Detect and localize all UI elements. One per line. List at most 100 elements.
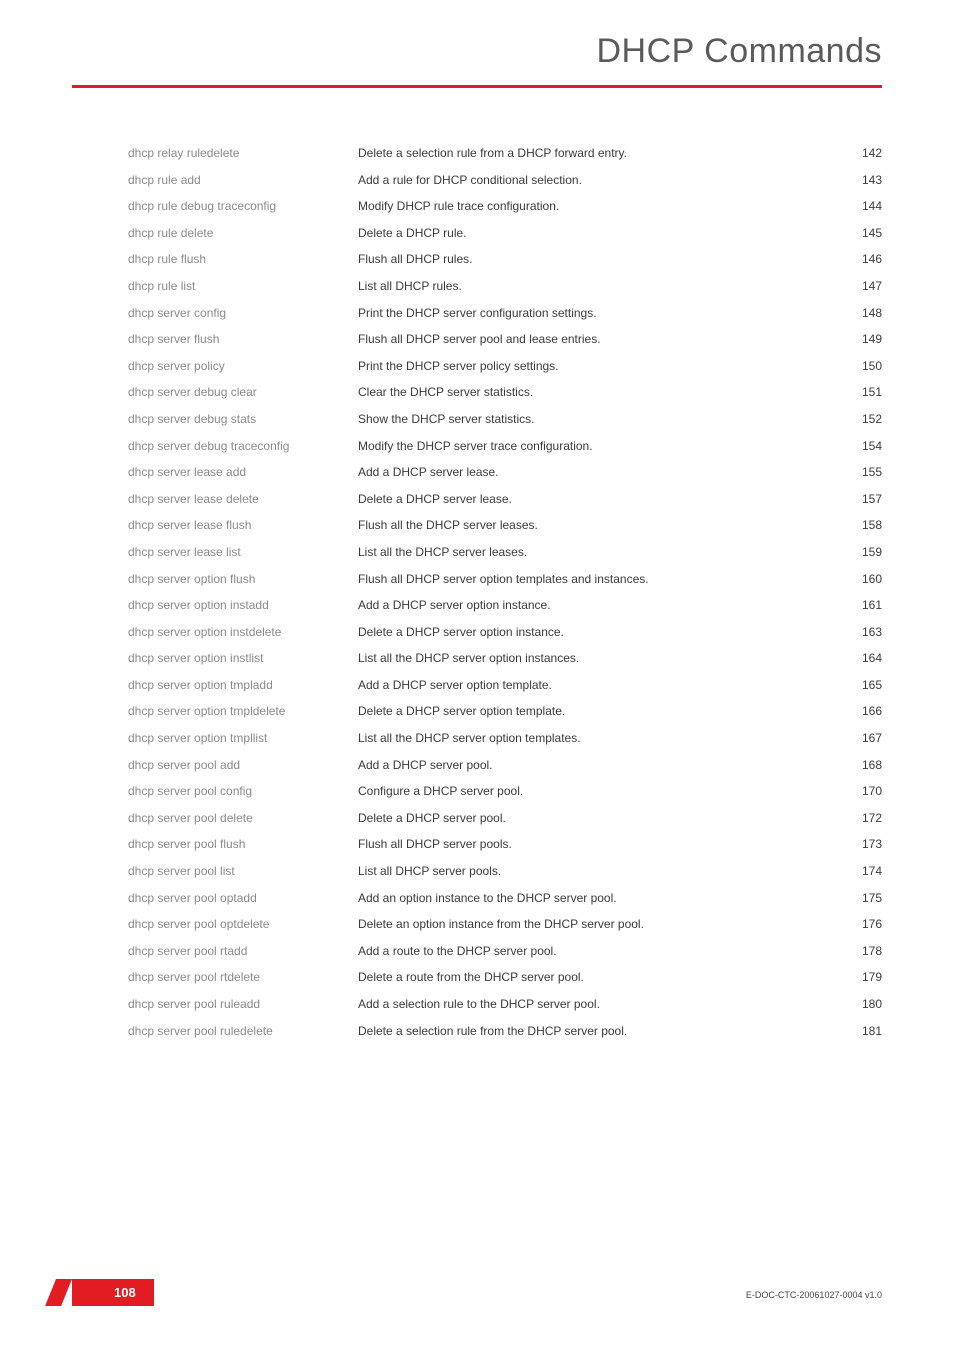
toc-page[interactable]: 172 [838, 809, 882, 836]
toc-row: dhcp server lease deleteDelete a DHCP se… [128, 490, 882, 517]
toc-row: dhcp rule listList all DHCP rules.147 [128, 277, 882, 304]
toc-command[interactable]: dhcp server pool add [128, 756, 358, 783]
toc-page[interactable]: 163 [838, 623, 882, 650]
toc-command[interactable]: dhcp rule list [128, 277, 358, 304]
toc-page[interactable]: 158 [838, 516, 882, 543]
toc-command[interactable]: dhcp server lease flush [128, 516, 358, 543]
toc-description: Clear the DHCP server statistics. [358, 383, 838, 410]
toc-command[interactable]: dhcp server option instadd [128, 596, 358, 623]
toc-page[interactable]: 167 [838, 729, 882, 756]
toc-description: Print the DHCP server policy settings. [358, 357, 838, 384]
toc-command[interactable]: dhcp server lease list [128, 543, 358, 570]
toc-page[interactable]: 145 [838, 224, 882, 251]
toc-row: dhcp server pool configConfigure a DHCP … [128, 782, 882, 809]
footer: 108 E-DOC-CTC-20061027-0004 v1.0 [0, 1280, 954, 1306]
toc-page[interactable]: 159 [838, 543, 882, 570]
toc-command[interactable]: dhcp server pool config [128, 782, 358, 809]
toc-command[interactable]: dhcp relay ruledelete [128, 144, 358, 171]
toc-command[interactable]: dhcp rule debug traceconfig [128, 197, 358, 224]
toc-command[interactable]: dhcp rule add [128, 171, 358, 198]
toc-command[interactable]: dhcp server pool optdelete [128, 915, 358, 942]
toc-row: dhcp rule flushFlush all DHCP rules.146 [128, 250, 882, 277]
toc-description: Modify DHCP rule trace configuration. [358, 197, 838, 224]
toc-command[interactable]: dhcp server pool rtdelete [128, 968, 358, 995]
toc-page[interactable]: 160 [838, 570, 882, 597]
toc-command[interactable]: dhcp server debug stats [128, 410, 358, 437]
toc-command[interactable]: dhcp server pool ruledelete [128, 1022, 358, 1049]
toc-command[interactable]: dhcp server pool delete [128, 809, 358, 836]
toc-description: Delete a DHCP server option instance. [358, 623, 838, 650]
toc-description: Add an option instance to the DHCP serve… [358, 889, 838, 916]
toc-page[interactable]: 142 [838, 144, 882, 171]
toc-page[interactable]: 148 [838, 304, 882, 331]
toc-command[interactable]: dhcp rule flush [128, 250, 358, 277]
toc-page[interactable]: 144 [838, 197, 882, 224]
toc-command[interactable]: dhcp server pool rtadd [128, 942, 358, 969]
toc-description: Flush all DHCP server pools. [358, 835, 838, 862]
toc-page[interactable]: 147 [838, 277, 882, 304]
toc-row: dhcp server pool addAdd a DHCP server po… [128, 756, 882, 783]
toc-page[interactable]: 180 [838, 995, 882, 1022]
toc-page[interactable]: 168 [838, 756, 882, 783]
toc-command[interactable]: dhcp server lease delete [128, 490, 358, 517]
toc-page[interactable]: 149 [838, 330, 882, 357]
toc-command[interactable]: dhcp server option tmpldelete [128, 702, 358, 729]
toc-row: dhcp relay ruledeleteDelete a selection … [128, 144, 882, 171]
toc-page[interactable]: 175 [838, 889, 882, 916]
toc-command[interactable]: dhcp rule delete [128, 224, 358, 251]
toc-description: Show the DHCP server statistics. [358, 410, 838, 437]
toc-row: dhcp server flushFlush all DHCP server p… [128, 330, 882, 357]
toc-row: dhcp server pool optaddAdd an option ins… [128, 889, 882, 916]
toc-row: dhcp server option tmpllistList all the … [128, 729, 882, 756]
toc-command[interactable]: dhcp server pool ruleadd [128, 995, 358, 1022]
toc-command[interactable]: dhcp server debug clear [128, 383, 358, 410]
toc-description: List all the DHCP server leases. [358, 543, 838, 570]
toc-page[interactable]: 143 [838, 171, 882, 198]
toc-command[interactable]: dhcp server pool optadd [128, 889, 358, 916]
toc-description: Print the DHCP server configuration sett… [358, 304, 838, 331]
toc-page[interactable]: 152 [838, 410, 882, 437]
toc-page[interactable]: 179 [838, 968, 882, 995]
toc-page[interactable]: 165 [838, 676, 882, 703]
toc-page[interactable]: 176 [838, 915, 882, 942]
toc-command[interactable]: dhcp server debug traceconfig [128, 437, 358, 464]
toc-row: dhcp server option tmpldeleteDelete a DH… [128, 702, 882, 729]
toc-page[interactable]: 146 [838, 250, 882, 277]
toc-page[interactable]: 161 [838, 596, 882, 623]
toc-description: Flush all DHCP server pool and lease ent… [358, 330, 838, 357]
toc-command[interactable]: dhcp server lease add [128, 463, 358, 490]
toc-command[interactable]: dhcp server pool list [128, 862, 358, 889]
toc-row: dhcp server debug clearClear the DHCP se… [128, 383, 882, 410]
toc-row: dhcp server pool ruleaddAdd a selection … [128, 995, 882, 1022]
toc-page[interactable]: 181 [838, 1022, 882, 1049]
toc-command[interactable]: dhcp server option flush [128, 570, 358, 597]
toc-page[interactable]: 173 [838, 835, 882, 862]
toc-command[interactable]: dhcp server option tmpllist [128, 729, 358, 756]
toc-command[interactable]: dhcp server policy [128, 357, 358, 384]
toc-description: Flush all the DHCP server leases. [358, 516, 838, 543]
toc-page[interactable]: 174 [838, 862, 882, 889]
toc-page[interactable]: 178 [838, 942, 882, 969]
toc-page[interactable]: 150 [838, 357, 882, 384]
toc-command[interactable]: dhcp server option instdelete [128, 623, 358, 650]
toc-description: Add a route to the DHCP server pool. [358, 942, 838, 969]
toc-description: Add a selection rule to the DHCP server … [358, 995, 838, 1022]
toc-command[interactable]: dhcp server config [128, 304, 358, 331]
toc-page[interactable]: 157 [838, 490, 882, 517]
toc-row: dhcp server lease addAdd a DHCP server l… [128, 463, 882, 490]
toc-page[interactable]: 170 [838, 782, 882, 809]
toc-row: dhcp rule addAdd a rule for DHCP conditi… [128, 171, 882, 198]
toc-row: dhcp server pool optdeleteDelete an opti… [128, 915, 882, 942]
toc-page[interactable]: 155 [838, 463, 882, 490]
toc-command[interactable]: dhcp server option instlist [128, 649, 358, 676]
toc-page[interactable]: 154 [838, 437, 882, 464]
toc-command[interactable]: dhcp server option tmpladd [128, 676, 358, 703]
toc-command[interactable]: dhcp server flush [128, 330, 358, 357]
toc-page[interactable]: 151 [838, 383, 882, 410]
toc-row: dhcp server pool ruledeleteDelete a sele… [128, 1022, 882, 1049]
toc-row: dhcp server option instlistList all the … [128, 649, 882, 676]
toc-row: dhcp server pool rtdeleteDelete a route … [128, 968, 882, 995]
toc-page[interactable]: 164 [838, 649, 882, 676]
toc-command[interactable]: dhcp server pool flush [128, 835, 358, 862]
toc-page[interactable]: 166 [838, 702, 882, 729]
